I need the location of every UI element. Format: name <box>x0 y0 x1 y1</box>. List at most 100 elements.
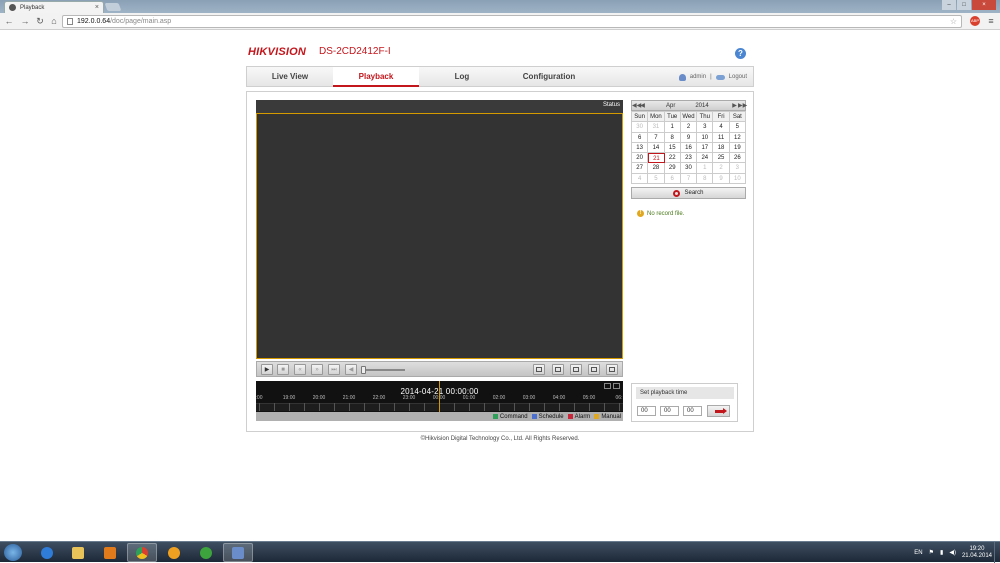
timeline-cursor[interactable] <box>439 381 440 412</box>
calendar-day[interactable]: 18 <box>713 142 730 154</box>
minute-field[interactable]: 00 <box>660 406 679 416</box>
minimize-icon[interactable]: – <box>942 0 956 10</box>
calendar-day[interactable]: 7 <box>648 132 665 143</box>
network-icon[interactable]: ▮ <box>940 549 943 556</box>
calendar-day[interactable]: 6 <box>632 132 649 143</box>
calendar-day[interactable]: 22 <box>664 153 681 164</box>
timeline-bar[interactable]: 2014-04-21 00:00:00 :00 19:00 20:00 21:00 22… <box>256 381 635 412</box>
logout-link[interactable]: Logout <box>729 74 747 80</box>
hour-field[interactable]: 00 <box>637 406 656 416</box>
logout-icon[interactable] <box>715 74 725 80</box>
calendar-day[interactable]: 5 <box>729 122 746 133</box>
calendar-day[interactable]: 24 <box>697 153 714 164</box>
calendar-day[interactable]: 1 <box>697 163 714 174</box>
help-icon[interactable]: ? <box>735 48 746 59</box>
show-desktop-button[interactable] <box>994 542 1000 563</box>
calendar-day[interactable]: 3 <box>697 122 714 133</box>
calendar-day[interactable]: 27 <box>632 163 649 174</box>
media-taskbar-button[interactable] <box>95 543 125 562</box>
browser-menu-icon[interactable]: ≡ <box>986 16 996 26</box>
calendar-day[interactable]: 8 <box>697 173 714 185</box>
calendar-day[interactable]: 3 <box>729 163 746 174</box>
prev-month-icon[interactable]: ◀ <box>639 102 646 109</box>
browser-tab[interactable]: Playback × <box>4 1 104 13</box>
calendar-day[interactable]: 6 <box>664 173 681 185</box>
calendar-day[interactable]: 1 <box>664 122 681 133</box>
calendar-day[interactable]: 8 <box>664 132 681 143</box>
calendar-day[interactable]: 9 <box>713 173 730 185</box>
reload-icon[interactable]: ↻ <box>35 16 45 26</box>
calendar-day[interactable]: 10 <box>697 132 714 143</box>
capture-icon[interactable] <box>552 364 564 375</box>
calendar-day[interactable]: 28 <box>648 163 665 174</box>
next-year-icon[interactable]: ▶▶ <box>738 102 747 109</box>
next-month-icon[interactable]: ▶ <box>731 102 738 109</box>
volume-slider[interactable] <box>361 369 405 371</box>
tab-live-view[interactable]: Live View <box>247 67 333 87</box>
calendar-day-selected[interactable]: 21 <box>648 153 665 164</box>
download-icon[interactable] <box>588 364 600 375</box>
bookmark-star-icon[interactable]: ☆ <box>950 17 957 26</box>
calendar-day[interactable]: 29 <box>664 163 681 174</box>
flag-icon[interactable]: ⚑ <box>929 549 934 556</box>
go-button[interactable] <box>707 405 730 417</box>
prev-year-icon[interactable]: ◀◀ <box>632 102 641 109</box>
calendar-day[interactable]: 31 <box>648 122 665 133</box>
start-button[interactable] <box>4 544 22 561</box>
chrome-taskbar-button[interactable] <box>127 543 157 562</box>
calendar-day[interactable]: 20 <box>632 153 649 164</box>
app-taskbar-button[interactable] <box>159 543 189 562</box>
volume-tray-icon[interactable]: ◀) <box>949 549 956 556</box>
calendar-day[interactable]: 30 <box>632 122 649 133</box>
calendar-day[interactable]: 11 <box>713 132 730 143</box>
tool-taskbar-button[interactable] <box>223 543 253 562</box>
calendar-day[interactable]: 2 <box>680 122 698 133</box>
calendar-day[interactable]: 7 <box>680 173 698 185</box>
home-icon[interactable]: ⌂ <box>49 16 59 26</box>
volume-slider-handle[interactable] <box>361 366 366 374</box>
second-field[interactable]: 00 <box>683 406 702 416</box>
stop-button[interactable]: ■ <box>277 364 289 375</box>
back-icon[interactable]: ← <box>4 16 14 26</box>
calendar-day[interactable]: 9 <box>680 132 698 143</box>
fast-forward-button[interactable]: » <box>311 364 323 375</box>
fullscreen-icon[interactable] <box>606 364 618 375</box>
search-button[interactable]: Search <box>631 187 746 200</box>
language-indicator[interactable]: EN <box>914 550 922 556</box>
ie-taskbar-button[interactable] <box>32 543 62 562</box>
tab-playback[interactable]: Playback <box>333 67 419 87</box>
status-label[interactable]: Status <box>603 102 620 108</box>
window-close-icon[interactable]: × <box>972 0 996 10</box>
calendar-day[interactable]: 16 <box>680 142 698 154</box>
calendar-day[interactable]: 26 <box>729 153 746 164</box>
calendar-day[interactable]: 25 <box>713 153 730 164</box>
address-bar[interactable]: 192.0.0.64/doc/page/main.asp ☆ <box>62 15 962 28</box>
calendar-day[interactable]: 17 <box>697 142 714 154</box>
calendar-day[interactable]: 10 <box>729 173 746 185</box>
forward-icon[interactable]: → <box>20 16 30 26</box>
maximize-icon[interactable]: □ <box>957 0 971 10</box>
clip-icon[interactable] <box>570 364 582 375</box>
clock[interactable]: 19:20 21.04.2014 <box>962 546 992 560</box>
calendar-day[interactable]: 5 <box>648 173 665 185</box>
video-viewport[interactable] <box>256 113 623 359</box>
utorrent-taskbar-button[interactable] <box>191 543 221 562</box>
calendar-day[interactable]: 2 <box>713 163 730 174</box>
calendar-day[interactable]: 14 <box>648 142 665 154</box>
new-tab-button[interactable] <box>104 3 122 11</box>
slow-forward-button[interactable]: « <box>294 364 306 375</box>
explorer-taskbar-button[interactable] <box>63 543 93 562</box>
calendar-day[interactable]: 30 <box>680 163 698 174</box>
calendar-day[interactable]: 4 <box>632 173 649 185</box>
calendar-day[interactable]: 4 <box>713 122 730 133</box>
calendar-day[interactable]: 13 <box>632 142 649 154</box>
tab-log[interactable]: Log <box>419 67 505 87</box>
calendar-day[interactable]: 23 <box>680 153 698 164</box>
calendar-day[interactable]: 19 <box>729 142 746 154</box>
volume-icon[interactable]: ◀ <box>345 364 357 375</box>
play-button[interactable]: ▶ <box>261 364 273 375</box>
calendar-day[interactable]: 15 <box>664 142 681 154</box>
close-tab-icon[interactable]: × <box>95 4 99 11</box>
adblock-icon[interactable]: ABP <box>970 16 980 26</box>
tab-configuration[interactable]: Configuration <box>505 67 593 87</box>
